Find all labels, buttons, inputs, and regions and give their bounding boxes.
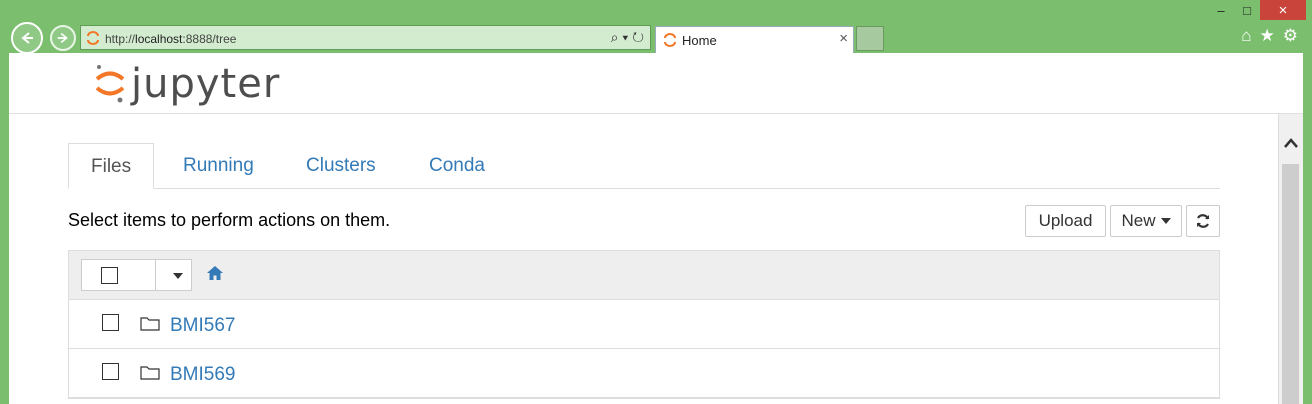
home-folder-icon[interactable] [206, 265, 224, 281]
item-checkbox[interactable] [102, 363, 119, 380]
file-list-header [69, 251, 1219, 300]
selection-hint: Select items to perform actions on them. [68, 210, 391, 230]
tab-running[interactable]: Running [183, 143, 254, 188]
vertical-scrollbar[interactable] [1278, 114, 1303, 404]
item-name-link[interactable]: BMI569 [170, 364, 235, 386]
item-name-link[interactable]: BMI567 [170, 315, 235, 337]
address-url: http://localhost:8888/tree [105, 32, 237, 46]
scroll-up-icon[interactable] [1279, 132, 1303, 154]
jupyter-logo[interactable]: jupyter [93, 61, 280, 107]
select-all-group [81, 259, 192, 291]
page-viewport: jupyter Files Running Clusters Conda Sel… [9, 53, 1303, 404]
scroll-thumb[interactable] [1282, 164, 1299, 404]
minimize-button[interactable]: – [1208, 0, 1234, 20]
new-button[interactable]: New [1110, 205, 1182, 237]
maximize-button[interactable]: □ [1234, 0, 1260, 20]
back-button[interactable] [11, 22, 43, 54]
file-list: BMI567 BMI569 [68, 250, 1220, 399]
select-all-checkbox[interactable] [101, 267, 118, 284]
window-close-button[interactable]: × [1260, 0, 1306, 20]
folder-icon [140, 366, 160, 380]
list-item[interactable]: BMI567 [69, 300, 1219, 349]
refresh-icon[interactable]: ↻ [632, 29, 644, 45]
search-icon[interactable]: ⌕ [611, 29, 619, 45]
jupyter-favicon-icon [87, 31, 99, 45]
browser-tab-home[interactable]: Home × [655, 26, 854, 53]
logo-wordmark: jupyter [131, 61, 281, 107]
dropdown-arrow-icon[interactable]: ▾ [622, 29, 628, 45]
upload-label: Upload [1038, 211, 1093, 230]
file-actions: Upload New [1025, 205, 1220, 237]
home-icon[interactable]: ⌂ [1241, 26, 1251, 46]
select-dropdown-icon[interactable] [173, 273, 183, 279]
upload-button[interactable]: Upload [1025, 205, 1106, 237]
new-label: New [1121, 211, 1156, 230]
jupyter-header: jupyter [9, 53, 1303, 114]
close-tab-icon[interactable]: × [839, 30, 848, 47]
list-item[interactable]: BMI569 [69, 349, 1219, 398]
browser-tab-title: Home [682, 33, 717, 48]
arrow-left-icon [21, 32, 33, 44]
refresh-button[interactable] [1186, 205, 1220, 237]
jupyter-logo-icon [95, 65, 125, 103]
arrow-right-icon [57, 32, 68, 44]
tab-clusters[interactable]: Clusters [306, 143, 376, 188]
divider [155, 260, 156, 290]
forward-button[interactable] [50, 25, 76, 51]
star-icon[interactable]: ★ [1260, 26, 1275, 46]
folder-icon [140, 317, 160, 331]
address-bar[interactable]: http://localhost:8888/tree ⌕ ▾ ↻ [80, 25, 651, 50]
tab-bar: Files Running Clusters Conda [68, 143, 1220, 189]
address-tools[interactable]: ⌕ ▾ ↻ [611, 29, 644, 46]
tab-files[interactable]: Files [68, 143, 155, 189]
refresh-icon [1196, 214, 1210, 228]
browser-chrome: http://localhost:8888/tree ⌕ ▾ ↻ Home × … [0, 0, 1312, 54]
gear-icon[interactable]: ⚙ [1283, 26, 1298, 46]
chevron-down-icon [1160, 218, 1171, 224]
jupyter-favicon-icon [664, 33, 676, 47]
item-checkbox[interactable] [102, 314, 119, 331]
tab-conda[interactable]: Conda [429, 143, 485, 188]
new-tab-button[interactable] [856, 26, 884, 51]
browser-toolbar-icons: ⌂ ★ ⚙ [1241, 26, 1298, 46]
